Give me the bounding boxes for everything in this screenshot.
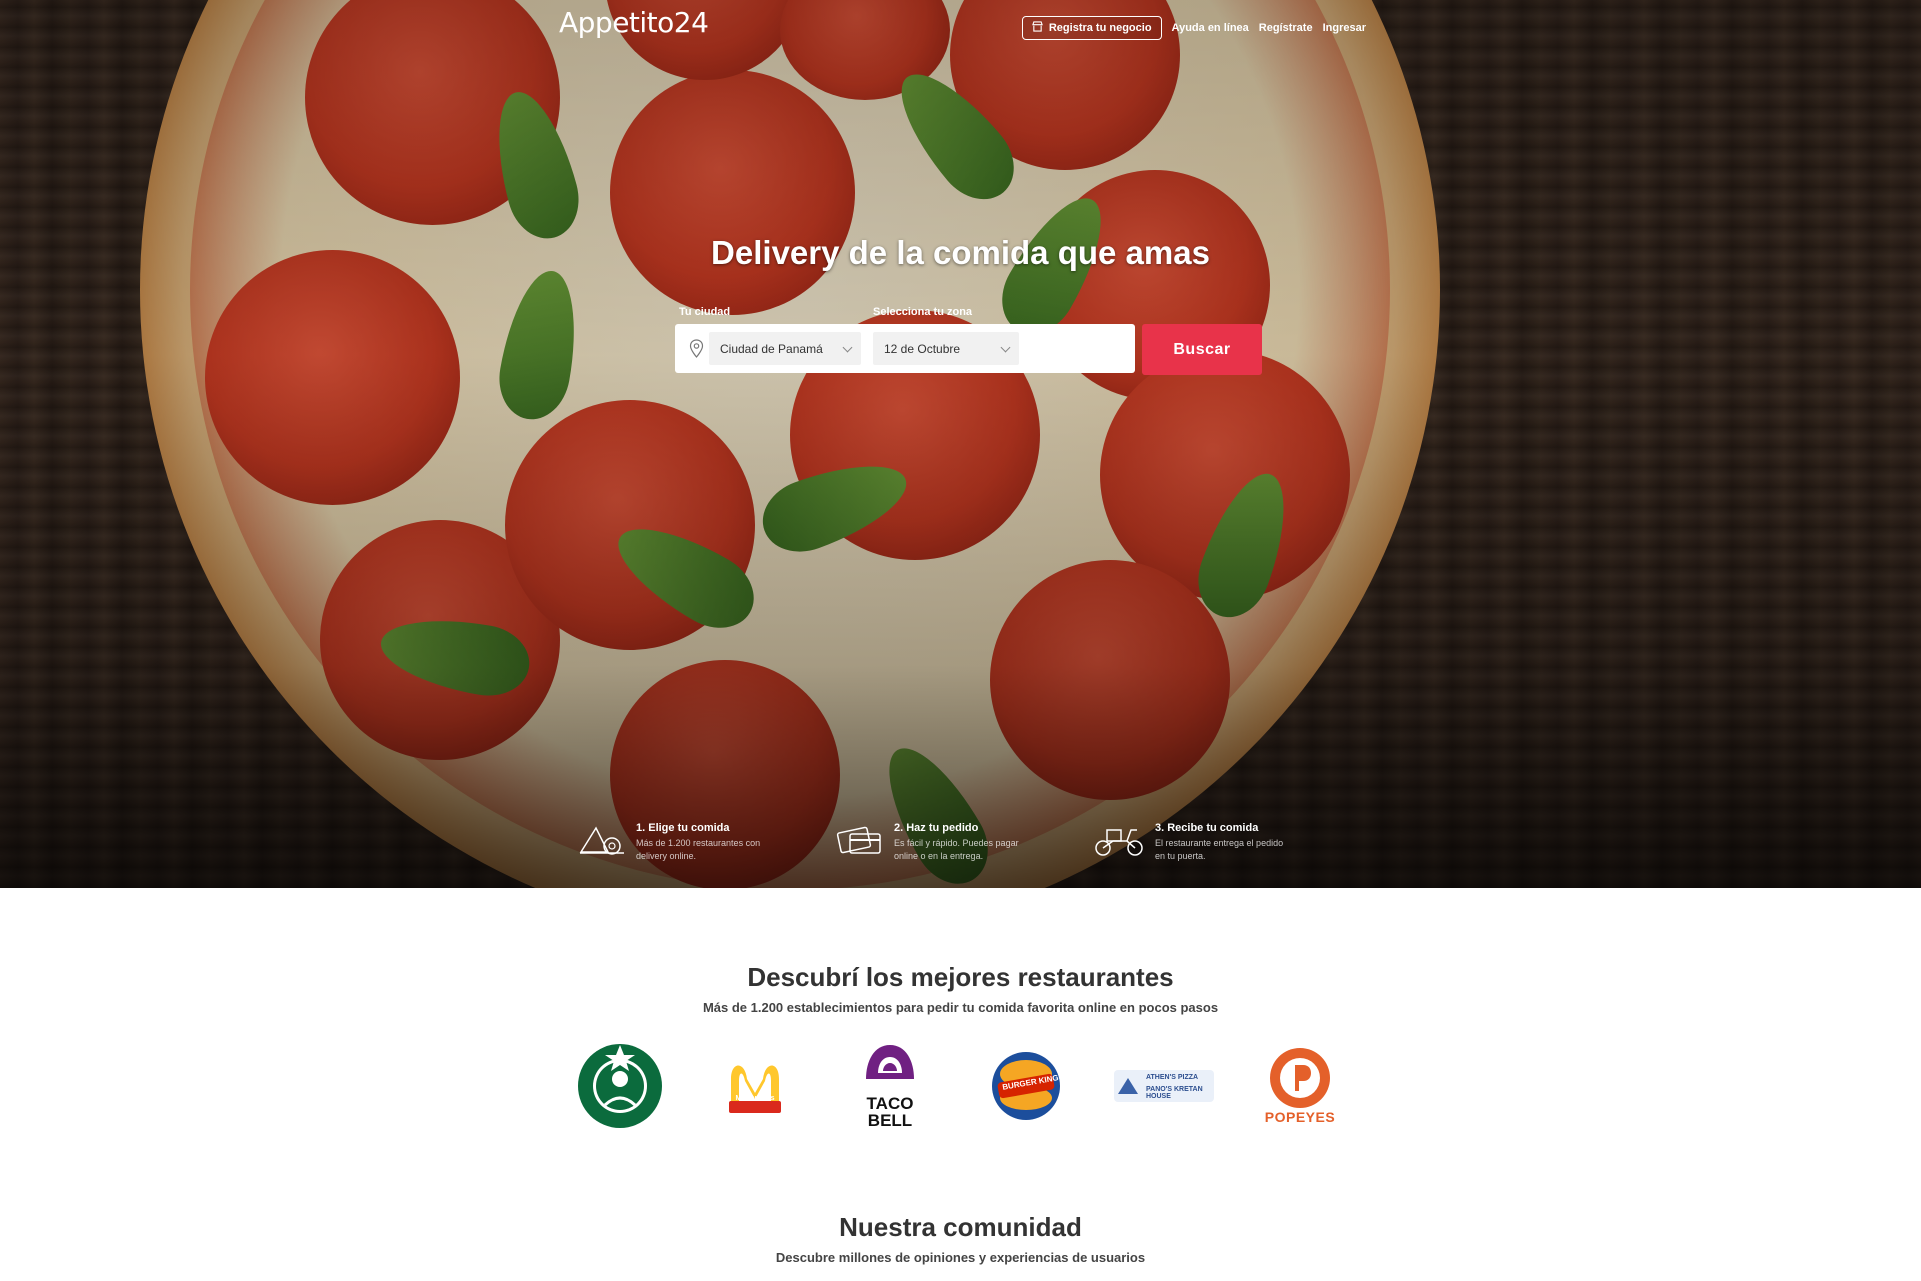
hero-section: Appetito24 Registra tu negocio Ayuda en …: [0, 0, 1921, 888]
search-box: Ciudad de Panamá 12 de Octubre: [675, 324, 1135, 373]
athens-pizza-text: ATHEN'S PIZZA: [1146, 1074, 1199, 1081]
mcdonalds-text: McDonald's: [735, 1095, 775, 1102]
brand-burger-king[interactable]: BURGER KING: [988, 1036, 1063, 1136]
popeyes-logo: [1270, 1048, 1330, 1108]
register-business-button[interactable]: Registra tu negocio: [1021, 16, 1162, 40]
app-logo[interactable]: Appetito24: [559, 6, 709, 39]
hero-overlay: [0, 0, 1921, 888]
starbucks-logo: [578, 1044, 662, 1128]
step-receive-food: 3. Recibe tu comida El restaurante entre…: [1093, 822, 1295, 863]
search-button[interactable]: Buscar: [1142, 324, 1262, 375]
store-icon: [1032, 21, 1043, 35]
help-link[interactable]: Ayuda en línea: [1172, 22, 1249, 34]
step-title: 1. Elige tu comida: [636, 822, 730, 834]
payment-icon: [836, 822, 884, 863]
community-title: Nuestra comunidad: [839, 1212, 1082, 1242]
city-label: Tu ciudad: [679, 306, 731, 318]
city-select-value: Ciudad de Panamá: [720, 341, 823, 356]
restaurants-subtitle: Más de 1.200 establecimientos para pedir…: [702, 1000, 1219, 1015]
brand-popeyes[interactable]: POPEYES: [1256, 1036, 1344, 1136]
login-link[interactable]: Ingresar: [1323, 22, 1366, 34]
chevron-down-icon: [842, 342, 853, 353]
chevron-down-icon: [1000, 342, 1011, 353]
brand-mcdonalds[interactable]: McDonald's: [720, 1036, 790, 1136]
zone-label: Selecciona tu zona: [873, 306, 973, 318]
step-title: 3. Recibe tu comida: [1155, 822, 1259, 834]
restaurants-title: Descubrí los mejores restaurantes: [747, 962, 1174, 992]
zone-select-value: 12 de Octubre: [884, 341, 961, 356]
location-pin-icon: [689, 339, 704, 358]
step-title: 2. Haz tu pedido: [894, 822, 979, 834]
community-subtitle: Descubre millones de opiniones y experie…: [775, 1250, 1146, 1265]
step-choose-food: 1. Elige tu comida Más de 1.200 restaura…: [578, 822, 776, 863]
athens-pizza-text2: PANO'S KRETAN HOUSE: [1146, 1086, 1203, 1100]
step-description: Más de 1.200 restaurantes con delivery o…: [636, 838, 761, 861]
step-description: El restaurante entrega el pedido en tu p…: [1155, 838, 1284, 861]
step-place-order: 2. Haz tu pedido Es fácil y rápido. Pued…: [836, 822, 1034, 863]
step-description: Es fácil y rápido. Puedes pagar online o…: [894, 838, 1019, 861]
top-nav: Registra tu negocio Ayuda en línea Regís…: [1021, 16, 1366, 40]
register-business-label: Registra tu negocio: [1048, 22, 1152, 34]
popeyes-text: POPEYES: [1264, 1109, 1336, 1125]
taco-bell-logo: [866, 1045, 914, 1079]
hero-headline: Delivery de la comida que amas: [711, 234, 1210, 271]
brand-athens-pizza[interactable]: ATHEN'S PIZZA PANO'S KRETAN HOUSE: [1112, 1036, 1216, 1136]
city-select[interactable]: Ciudad de Panamá: [709, 332, 861, 365]
mcdonalds-logo: [725, 1057, 785, 1115]
signup-link[interactable]: Regístrate: [1259, 22, 1313, 34]
taco-bell-text: TACO BELL: [866, 1094, 914, 1130]
zone-select[interactable]: 12 de Octubre: [873, 332, 1019, 365]
brand-taco-bell[interactable]: TACO BELL: [850, 1036, 930, 1136]
food-icon: [578, 822, 626, 863]
scooter-icon: [1093, 822, 1145, 863]
brand-starbucks[interactable]: [575, 1036, 665, 1136]
